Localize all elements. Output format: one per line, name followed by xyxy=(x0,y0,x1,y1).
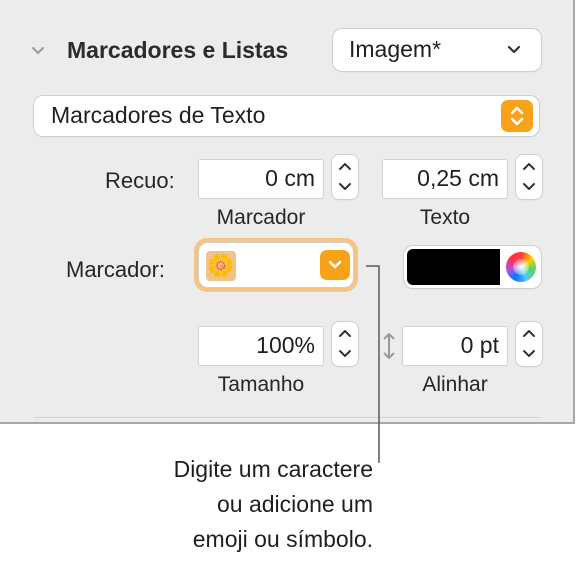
chevron-down-icon xyxy=(328,260,342,269)
up-down-chevron-icon xyxy=(510,106,524,126)
bullet-picker-button[interactable] xyxy=(320,250,350,280)
chevron-down-icon[interactable] xyxy=(522,349,536,359)
bullet-indent-value: 0 cm xyxy=(265,165,315,191)
bullet-size-value: 100% xyxy=(256,332,315,358)
chevron-down-icon xyxy=(507,45,521,54)
callout-line-2: ou adicione um xyxy=(217,491,373,517)
bullet-label: Marcador: xyxy=(66,257,166,282)
text-indent-caption: Texto xyxy=(419,206,471,229)
bullet-align-caption: Alinhar xyxy=(422,373,488,396)
callout-leader-line xyxy=(366,265,380,463)
bullet-align-value: 0 pt xyxy=(460,332,499,358)
bullet-size-field[interactable]: 100% xyxy=(199,327,323,365)
format-sidebar-panel: Marcadores e Listas Imagem* Marcadores d… xyxy=(0,0,575,424)
chevron-down-icon[interactable] xyxy=(522,182,536,192)
chevron-up-icon[interactable] xyxy=(338,161,352,171)
callout-line-3: emoji ou símbolo. xyxy=(192,526,373,552)
bullet-type-popup-button[interactable] xyxy=(501,100,533,132)
bullet-size-stepper[interactable] xyxy=(332,322,358,366)
color-wheel-icon[interactable] xyxy=(506,252,536,282)
bullet-align-stepper[interactable] xyxy=(516,322,542,366)
text-indent-value: 0,25 cm xyxy=(417,165,499,191)
list-style-popup[interactable]: Imagem* xyxy=(333,29,541,71)
section-title: Marcadores e Listas xyxy=(67,37,289,63)
indent-label: Recuo: xyxy=(105,168,175,193)
text-indent-field[interactable]: 0,25 cm xyxy=(383,160,507,198)
text-indent-stepper[interactable] xyxy=(516,155,542,199)
bullet-type-popup[interactable]: Marcadores de Texto xyxy=(34,96,539,136)
callout-text: Digite um caractere ou adicione um emoji… xyxy=(174,452,373,557)
bullet-selection: 🌼 xyxy=(206,251,236,281)
chevron-down-icon[interactable] xyxy=(338,182,352,192)
bullet-indent-stepper[interactable] xyxy=(332,155,358,199)
bullet-size-caption: Tamanho xyxy=(217,373,305,396)
bullet-glyph: 🌼 xyxy=(207,253,235,278)
chevron-down-icon[interactable] xyxy=(338,349,352,359)
bullet-align-field[interactable]: 0 pt xyxy=(403,327,507,365)
bullet-indent-field[interactable]: 0 cm xyxy=(199,160,323,198)
bullet-color-control[interactable] xyxy=(404,246,541,288)
chevron-up-icon[interactable] xyxy=(522,328,536,338)
section-divider xyxy=(34,417,541,418)
callout-line-1: Digite um caractere xyxy=(173,456,373,482)
bullet-picker[interactable]: 🌼 xyxy=(199,243,353,287)
disclosure-chevron-icon[interactable] xyxy=(31,44,45,58)
bullet-color-swatch[interactable] xyxy=(407,249,500,285)
chevron-up-icon[interactable] xyxy=(522,161,536,171)
bullet-indent-caption: Marcador xyxy=(216,206,306,229)
list-style-value: Imagem* xyxy=(349,36,442,62)
bullet-picker-focus-ring: 🌼 xyxy=(194,238,358,292)
bullet-type-value: Marcadores de Texto xyxy=(51,102,266,128)
chevron-up-icon[interactable] xyxy=(338,328,352,338)
